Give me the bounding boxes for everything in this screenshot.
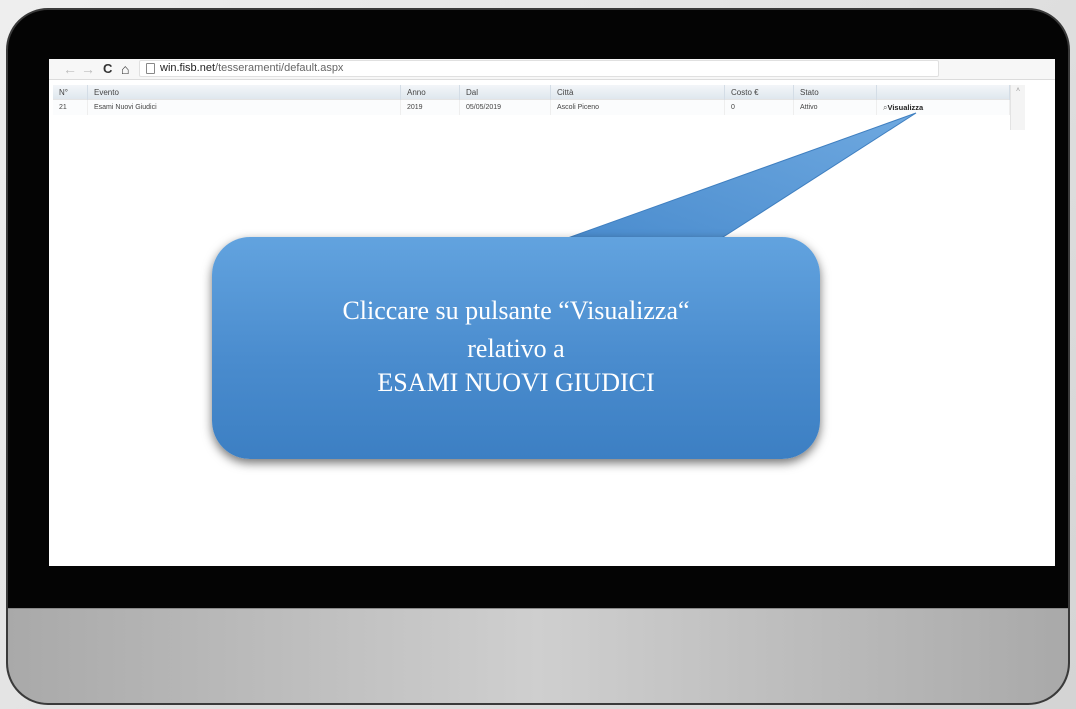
callout-line-2: relativo a (467, 334, 565, 363)
scrollbar[interactable]: ˄ (1010, 85, 1025, 130)
col-header-action (876, 85, 1010, 100)
table-header-row: N° Evento Anno Dal Città Costo € Stato (53, 85, 1010, 100)
cell-evento: Esami Nuovi Giudici (87, 99, 401, 115)
visualizza-button[interactable]: ⌕Visualizza (876, 99, 1010, 115)
col-header-costo: Costo € (724, 85, 794, 100)
reload-icon[interactable]: C (103, 61, 112, 77)
url-domain: win.fisb.net (160, 62, 216, 74)
url-path: /tesseramenti/default.aspx (215, 62, 344, 74)
col-header-anno: Anno (400, 85, 460, 100)
page-icon (146, 63, 155, 74)
cell-costo: 0 (724, 99, 794, 115)
callout-line-3: ESAMI NUOVI GIUDICI (377, 368, 655, 397)
table-row: 21 Esami Nuovi Giudici 2019 05/05/2019 A… (53, 99, 1010, 115)
home-icon[interactable]: ⌂ (121, 61, 129, 77)
cell-dal: 05/05/2019 (459, 99, 551, 115)
visualizza-label: Visualizza (887, 102, 924, 112)
col-header-evento: Evento (87, 85, 401, 100)
cell-num: 21 (53, 99, 88, 115)
address-bar[interactable]: win.fisb.net/tesseramenti/default.aspx (139, 60, 939, 77)
col-header-num: N° (53, 85, 88, 100)
cell-anno: 2019 (400, 99, 460, 115)
instruction-callout: Cliccare su pulsante “Visualizza“ relati… (212, 237, 820, 459)
forward-icon[interactable]: → (81, 61, 95, 77)
col-header-dal: Dal (459, 85, 551, 100)
events-table: N° Evento Anno Dal Città Costo € Stato 2… (53, 85, 1010, 115)
col-header-stato: Stato (793, 85, 877, 100)
callout-line-1: Cliccare su pulsante “Visualizza“ (342, 296, 690, 325)
col-header-citta: Città (550, 85, 725, 100)
browser-toolbar: ← → C ⌂ win.fisb.net/tesseramenti/defaul… (49, 59, 1055, 80)
cell-stato: Attivo (793, 99, 877, 115)
monitor-chin (8, 608, 1068, 703)
back-icon[interactable]: ← (63, 61, 77, 77)
cell-citta: Ascoli Piceno (550, 99, 725, 115)
url-text: win.fisb.net/tesseramenti/default.aspx (160, 62, 343, 74)
